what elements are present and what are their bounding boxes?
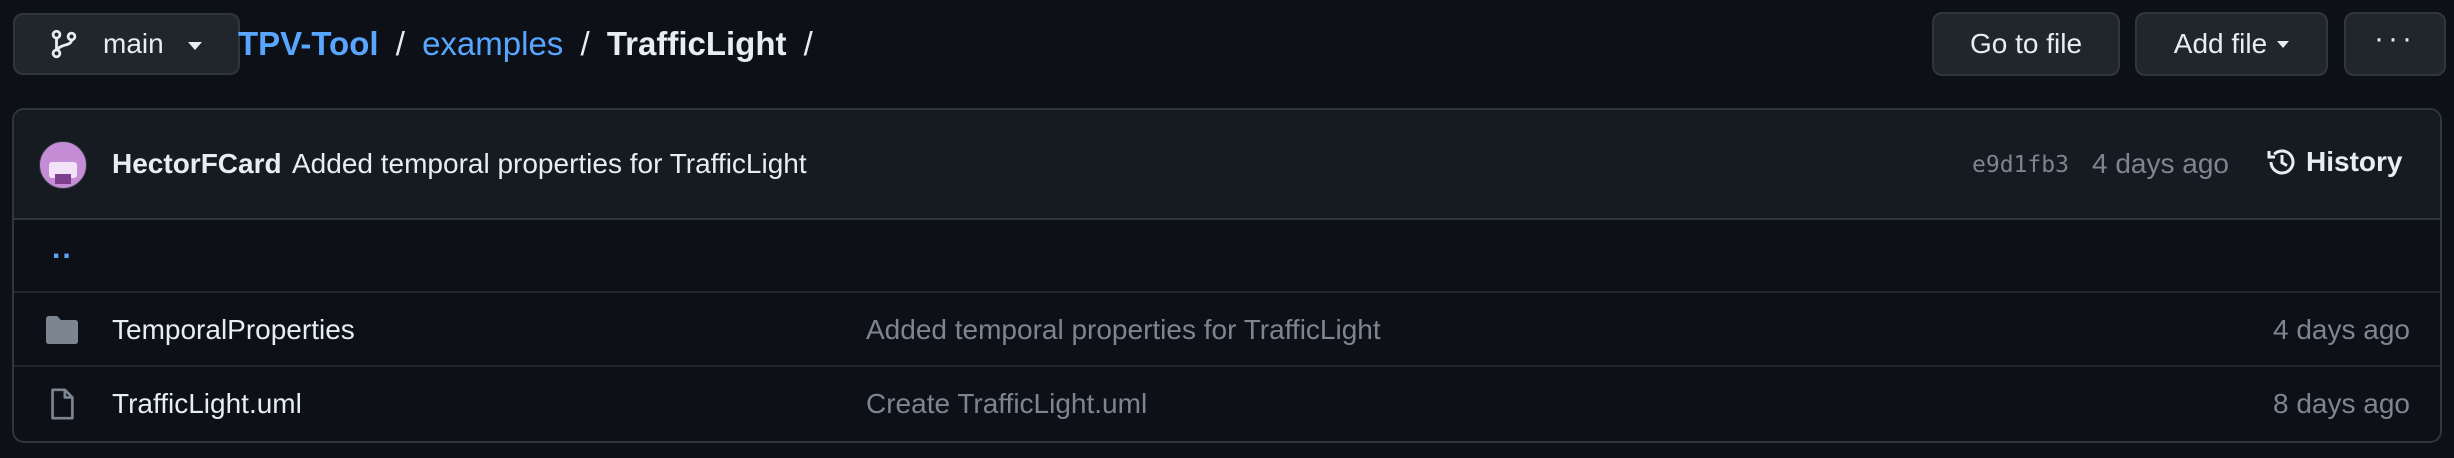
folder-icon — [46, 316, 78, 344]
commit-message-link[interactable]: Added temporal properties for TrafficLig… — [292, 148, 807, 180]
add-file-button[interactable]: Add file — [2135, 12, 2328, 76]
history-label: History — [2306, 146, 2403, 177]
breadcrumb-separator: / — [580, 25, 590, 62]
chevron-down-icon — [2277, 40, 2290, 48]
breadcrumb-separator: / — [395, 25, 405, 62]
folder-name-link[interactable]: TemporalProperties — [112, 314, 355, 346]
file-icon — [51, 388, 74, 420]
commit-sha-link[interactable]: e9d1fb3 — [1972, 152, 2069, 178]
kebab-horizontal-icon: ··· — [2374, 22, 2416, 55]
file-commit-time: 8 days ago — [2273, 388, 2410, 419]
breadcrumb-examples-link[interactable]: examples — [422, 25, 563, 62]
breadcrumb-current: TrafficLight — [606, 25, 787, 62]
git-branch-icon — [51, 29, 77, 59]
file-commit-time: 4 days ago — [2273, 314, 2410, 345]
more-options-button[interactable]: ··· — [2344, 12, 2446, 76]
history-icon — [2267, 149, 2295, 175]
branch-selector-button[interactable]: main — [13, 13, 240, 75]
file-name-link[interactable]: TrafficLight.uml — [112, 388, 302, 420]
file-commit-message-link[interactable]: Create TrafficLight.uml — [866, 388, 1147, 420]
branch-name: main — [103, 28, 164, 59]
commit-author-link[interactable]: HectorFCard — [112, 148, 282, 180]
go-to-file-label: Go to file — [1969, 28, 2083, 59]
breadcrumb: TPV-Tool / examples / TrafficLight / — [238, 22, 821, 66]
file-row[interactable]: TemporalProperties Added temporal proper… — [14, 291, 2440, 366]
avatar[interactable] — [39, 141, 87, 189]
file-row[interactable]: TrafficLight.uml Create TrafficLight.uml… — [14, 365, 2440, 440]
breadcrumb-separator: / — [803, 25, 813, 62]
file-commit-message-link[interactable]: Added temporal properties for TrafficLig… — [866, 314, 1381, 346]
go-to-file-button[interactable]: Go to file — [1932, 12, 2120, 76]
parent-directory-link[interactable]: .. — [52, 232, 73, 266]
history-link[interactable]: History — [2266, 146, 2402, 178]
latest-commit-bar: HectorFCard Added temporal properties fo… — [14, 110, 2440, 220]
breadcrumb-repo-link[interactable]: TPV-Tool — [238, 25, 379, 62]
file-list-box: HectorFCard Added temporal properties fo… — [12, 108, 2442, 443]
add-file-label: Add file — [2173, 28, 2268, 59]
commit-time: 4 days ago — [2092, 148, 2229, 179]
chevron-down-icon — [187, 42, 202, 50]
parent-directory-row[interactable]: .. — [14, 218, 2440, 291]
